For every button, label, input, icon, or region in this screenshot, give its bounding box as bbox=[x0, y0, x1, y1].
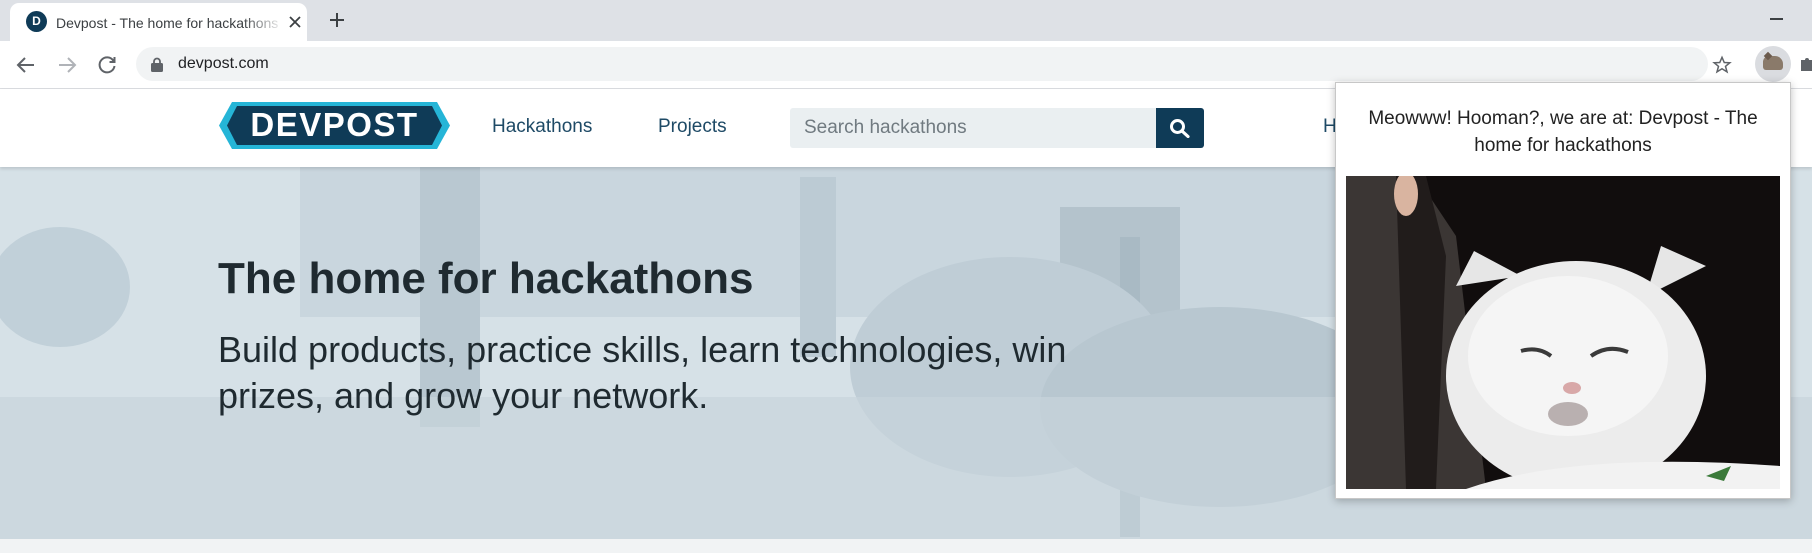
browser-tab-devpost[interactable]: D Devpost - The home for hackathons bbox=[10, 3, 307, 41]
cat-extension-icon[interactable] bbox=[1755, 46, 1791, 82]
search-button[interactable] bbox=[1156, 108, 1204, 148]
url-text[interactable]: devpost.com bbox=[178, 54, 269, 74]
tab-title: Devpost - The home for hackathons bbox=[56, 15, 279, 31]
page-below-fold bbox=[0, 539, 1812, 553]
hero-title: The home for hackathons bbox=[218, 254, 754, 303]
popup-message: Meowww! Hooman?, we are at: Devpost - Th… bbox=[1368, 108, 1758, 156]
svg-text:DEVPOST: DEVPOST bbox=[250, 106, 418, 143]
address-bar[interactable]: devpost.com bbox=[136, 47, 1732, 81]
extension-popup: Meowww! Hooman?, we are at: Devpost - Th… bbox=[1335, 82, 1791, 499]
search-icon bbox=[1170, 119, 1190, 138]
devpost-logo[interactable]: DEVPOST bbox=[219, 102, 450, 149]
hero-subtitle: Build products, practice skills, learn t… bbox=[218, 329, 1067, 416]
lock-icon[interactable] bbox=[150, 57, 164, 72]
minimize-window-icon[interactable] bbox=[1770, 18, 1783, 20]
nav-hackathons[interactable]: Hackathons bbox=[492, 115, 592, 139]
close-icon[interactable] bbox=[286, 13, 304, 31]
search-form bbox=[790, 108, 1204, 148]
puzzle-icon[interactable] bbox=[1800, 56, 1812, 72]
cat-photo-icon bbox=[1346, 176, 1780, 489]
reload-icon[interactable] bbox=[95, 53, 119, 77]
forward-arrow-icon[interactable] bbox=[55, 53, 79, 77]
cat-photo bbox=[1346, 176, 1780, 489]
devpost-favicon-icon: D bbox=[26, 11, 47, 32]
search-input[interactable] bbox=[790, 108, 1156, 148]
back-arrow-icon[interactable] bbox=[14, 53, 38, 77]
plus-icon[interactable] bbox=[327, 10, 347, 30]
nav-projects[interactable]: Projects bbox=[658, 115, 727, 139]
tab-strip: D Devpost - The home for hackathons bbox=[0, 0, 1812, 41]
star-icon[interactable] bbox=[1712, 55, 1732, 75]
